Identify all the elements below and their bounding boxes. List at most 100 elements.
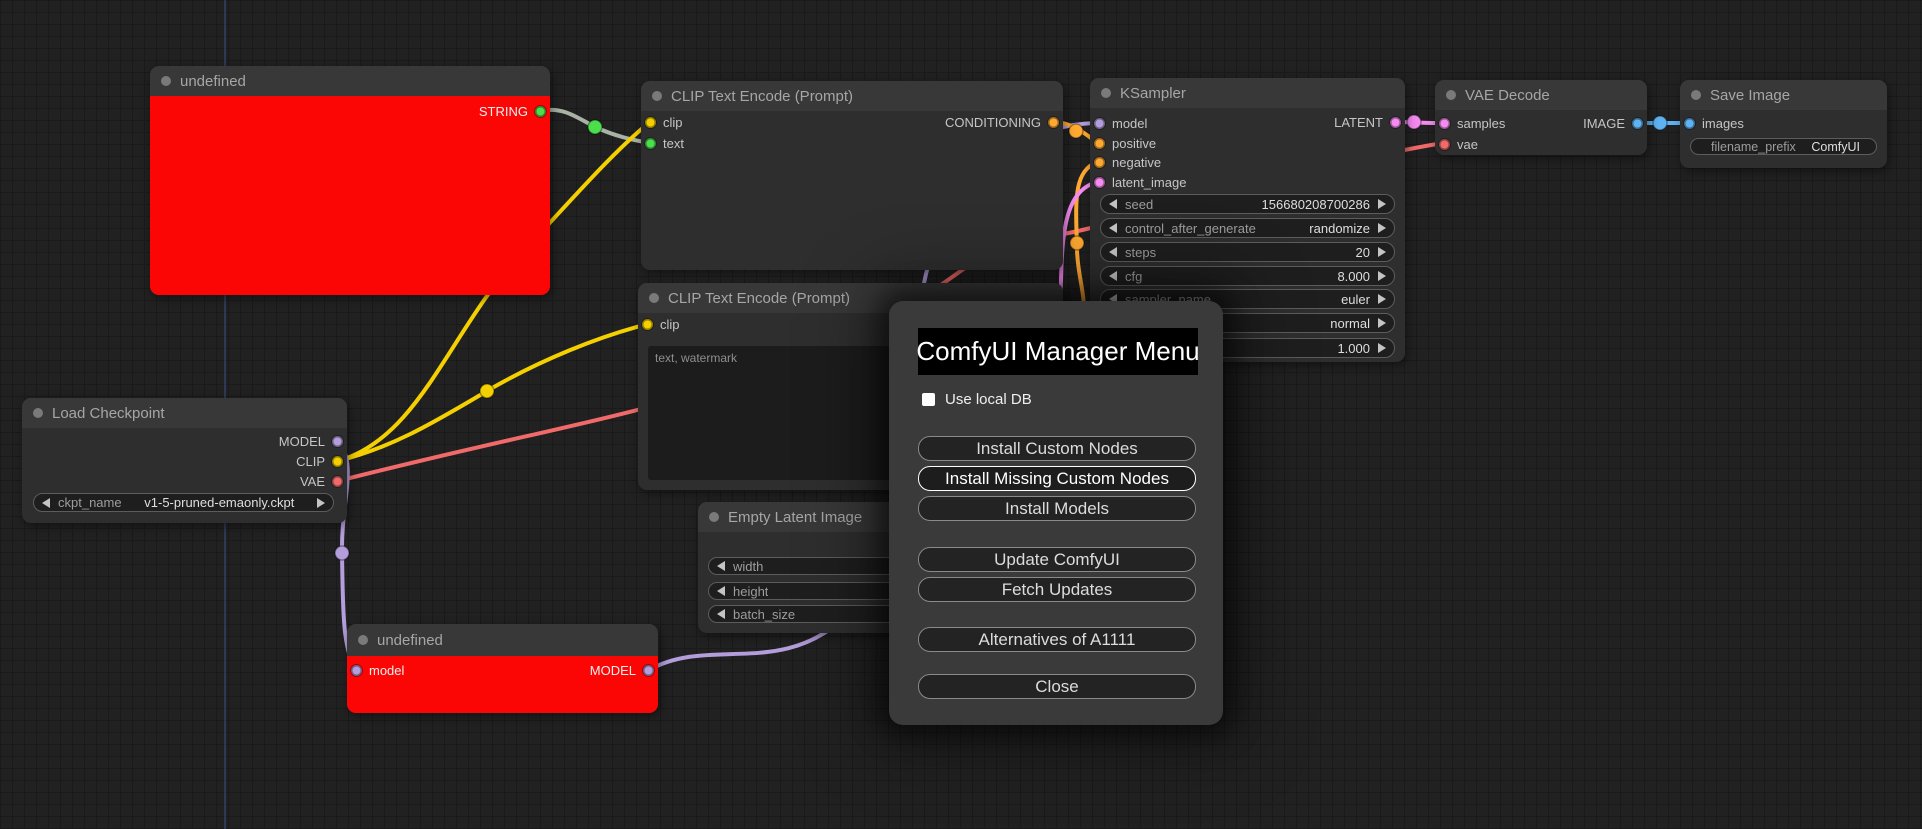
- string-port-icon[interactable]: [535, 105, 546, 117]
- collapse-dot-icon[interactable]: [1446, 90, 1456, 100]
- widget-cfg[interactable]: cfg 8.000: [1100, 266, 1395, 286]
- increment-arrow-icon[interactable]: [1378, 294, 1386, 304]
- input-clip: clip: [645, 114, 683, 130]
- collapse-dot-icon[interactable]: [1101, 88, 1111, 98]
- link-dot-string[interactable]: [587, 119, 603, 135]
- link-dot-image[interactable]: [1652, 115, 1668, 131]
- vae-port-icon[interactable]: [1439, 138, 1450, 150]
- input-latent-image: latent_image: [1094, 174, 1186, 190]
- node-clip-text-encode-1[interactable]: CLIP Text Encode (Prompt) clip text COND…: [641, 81, 1063, 270]
- use-local-db-row[interactable]: Use local DB: [922, 391, 1032, 408]
- widget-control-after-generate[interactable]: control_after_generate randomize: [1100, 218, 1395, 238]
- node-undefined-bottom[interactable]: undefined model MODEL: [347, 624, 658, 713]
- port-label: positive: [1112, 135, 1157, 151]
- decrement-arrow-icon[interactable]: [717, 561, 725, 571]
- conditioning-port-icon[interactable]: [1094, 137, 1105, 149]
- model-port-icon[interactable]: [351, 664, 362, 676]
- string-port-icon[interactable]: [645, 137, 656, 149]
- widget-filename-prefix[interactable]: filename_prefix ComfyUI: [1690, 138, 1877, 155]
- node-title-bar[interactable]: KSampler: [1090, 78, 1405, 108]
- widget-seed[interactable]: seed 156680208700286: [1100, 194, 1395, 214]
- increment-arrow-icon[interactable]: [317, 497, 325, 508]
- increment-arrow-icon[interactable]: [1378, 343, 1386, 353]
- node-vae-decode[interactable]: VAE Decode samples vae IMAGE: [1435, 80, 1647, 155]
- collapse-dot-icon[interactable]: [709, 512, 719, 522]
- latent-port-icon[interactable]: [1094, 176, 1105, 188]
- output-image: IMAGE: [1583, 115, 1643, 131]
- collapse-dot-icon[interactable]: [652, 91, 662, 101]
- close-button[interactable]: Close: [918, 674, 1196, 699]
- node-title-bar[interactable]: undefined: [347, 624, 658, 656]
- alternatives-of-a1111-button[interactable]: Alternatives of A1111: [918, 627, 1196, 652]
- node-title-bar[interactable]: undefined: [150, 66, 550, 96]
- increment-arrow-icon[interactable]: [1378, 223, 1386, 233]
- collapse-dot-icon[interactable]: [161, 76, 171, 86]
- widget-value: v1-5-pruned-emaonly.ckpt: [144, 495, 295, 510]
- node-load-checkpoint[interactable]: Load Checkpoint MODEL CLIP VAE ckpt_name…: [22, 398, 347, 523]
- decrement-arrow-icon[interactable]: [42, 497, 50, 508]
- conditioning-port-icon[interactable]: [1094, 156, 1105, 168]
- install-missing-custom-nodes-button[interactable]: Install Missing Custom Nodes: [918, 466, 1196, 491]
- decrement-arrow-icon[interactable]: [1109, 271, 1117, 281]
- node-title-bar[interactable]: VAE Decode: [1435, 80, 1647, 110]
- node-title-bar[interactable]: Save Image: [1680, 80, 1887, 110]
- node-error-body: [150, 96, 550, 295]
- widget-value: normal: [1330, 315, 1370, 331]
- decrement-arrow-icon[interactable]: [1109, 199, 1117, 209]
- link-dot-cond2[interactable]: [1069, 235, 1085, 251]
- increment-arrow-icon[interactable]: [1378, 271, 1386, 281]
- input-negative: negative: [1094, 154, 1161, 170]
- input-model: model: [1094, 115, 1147, 131]
- decrement-arrow-icon[interactable]: [1109, 223, 1117, 233]
- image-port-icon[interactable]: [1632, 117, 1643, 129]
- increment-arrow-icon[interactable]: [1378, 318, 1386, 328]
- clip-port-icon[interactable]: [332, 455, 343, 467]
- node-title-bar[interactable]: CLIP Text Encode (Prompt): [641, 81, 1063, 111]
- collapse-dot-icon[interactable]: [33, 408, 43, 418]
- widget-label: filename_prefix: [1711, 139, 1796, 154]
- model-port-icon[interactable]: [643, 664, 654, 676]
- widget-label: ckpt_name: [58, 495, 122, 510]
- output-latent: LATENT: [1334, 114, 1401, 130]
- decrement-arrow-icon[interactable]: [717, 586, 725, 596]
- install-models-button[interactable]: Install Models: [918, 496, 1196, 521]
- clip-port-icon[interactable]: [645, 116, 656, 128]
- model-port-icon[interactable]: [1094, 117, 1105, 129]
- widget-label: steps: [1125, 244, 1157, 260]
- decrement-arrow-icon[interactable]: [717, 609, 725, 619]
- fetch-updates-button[interactable]: Fetch Updates: [918, 577, 1196, 602]
- increment-arrow-icon[interactable]: [1378, 247, 1386, 257]
- widget-ckpt-name[interactable]: ckpt_name v1-5-pruned-emaonly.ckpt: [33, 493, 334, 512]
- collapse-dot-icon[interactable]: [1691, 90, 1701, 100]
- image-port-icon[interactable]: [1684, 117, 1695, 129]
- increment-arrow-icon[interactable]: [1378, 199, 1386, 209]
- widget-steps[interactable]: steps 20: [1100, 242, 1395, 262]
- link-dot-clip2[interactable]: [479, 383, 495, 399]
- update-comfyui-button[interactable]: Update ComfyUI: [918, 547, 1196, 572]
- decrement-arrow-icon[interactable]: [1109, 247, 1117, 257]
- port-label: STRING: [478, 103, 528, 119]
- link-dot-cond1[interactable]: [1068, 123, 1084, 139]
- node-title: Save Image: [1710, 86, 1791, 104]
- node-editor-canvas[interactable]: undefined STRING CLIP Text Encode (Promp…: [0, 0, 1922, 829]
- widget-value: ComfyUI: [1811, 139, 1860, 154]
- node-undefined-top[interactable]: undefined STRING: [150, 66, 550, 295]
- latent-port-icon[interactable]: [1390, 116, 1401, 128]
- conditioning-port-icon[interactable]: [1048, 116, 1059, 128]
- link-dot-latent[interactable]: [1406, 114, 1422, 130]
- use-local-db-checkbox[interactable]: [922, 392, 935, 406]
- install-custom-nodes-button[interactable]: Install Custom Nodes: [918, 436, 1196, 461]
- port-label: model: [1112, 115, 1148, 131]
- node-title-bar[interactable]: Load Checkpoint: [22, 398, 347, 428]
- vae-port-icon[interactable]: [332, 475, 343, 487]
- model-port-icon[interactable]: [332, 435, 343, 447]
- collapse-dot-icon[interactable]: [358, 635, 368, 645]
- node-title: CLIP Text Encode (Prompt): [671, 87, 854, 105]
- link-dot-model[interactable]: [334, 545, 350, 561]
- node-save-image[interactable]: Save Image images filename_prefix ComfyU…: [1680, 80, 1887, 168]
- input-text: text: [645, 135, 684, 151]
- collapse-dot-icon[interactable]: [649, 293, 659, 303]
- clip-port-icon[interactable]: [642, 318, 653, 330]
- widget-label: cfg: [1125, 268, 1143, 284]
- latent-port-icon[interactable]: [1439, 117, 1450, 129]
